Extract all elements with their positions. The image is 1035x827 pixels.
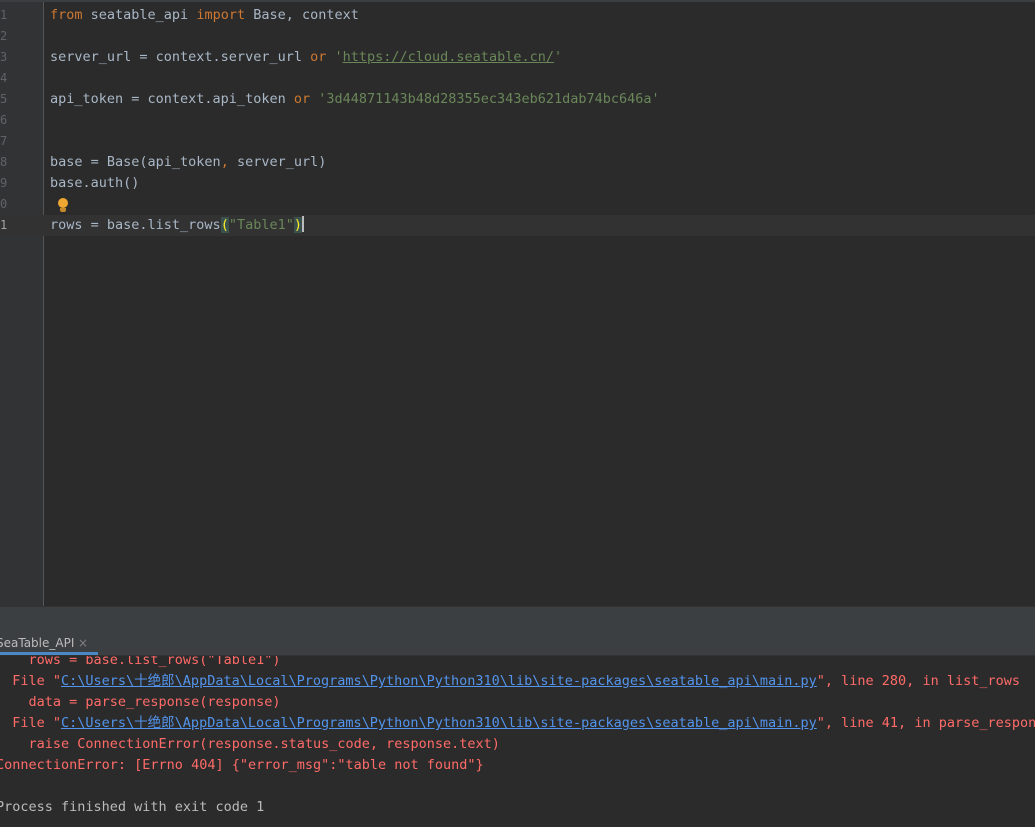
code-token: Process finished with exit code 1 — [0, 799, 265, 815]
code-token: ' — [553, 49, 563, 65]
code-editor[interactable]: 1 from seatable_api import Base, context 2… — [0, 0, 1035, 606]
lightbulb-icon[interactable] — [57, 198, 69, 214]
code-text: rows = base.list_rows("Table1") — [50, 215, 304, 236]
line-number: 1 — [0, 8, 8, 22]
code-token: ", line 41, in parse_response — [816, 715, 1035, 731]
line-number: 3 — [0, 50, 8, 64]
code-token: , — [220, 154, 229, 170]
console-line: ConnectionError: [Errno 404] {"error_msg… — [0, 755, 1035, 776]
code-text: base.auth() — [50, 173, 139, 194]
console-line: File "C:\Users\十绝郎\AppData\Local\Program… — [0, 671, 1035, 692]
code-token: data = parse_response(response) — [0, 694, 281, 710]
code-token: raise ConnectionError(response.status_co… — [0, 736, 500, 752]
code-token: Base, context — [245, 7, 359, 23]
code-line[interactable]: 1 rows = base.list_rows("Table1") — [0, 215, 1035, 236]
code-token: ( — [220, 217, 229, 233]
code-token: from — [50, 7, 83, 23]
text-caret — [302, 216, 304, 232]
code-token: or — [310, 49, 327, 65]
code-line[interactable]: 7 — [0, 131, 1035, 152]
code-token: or — [293, 91, 311, 107]
code-token: import — [196, 7, 246, 23]
code-token: base = Base(api_token — [50, 154, 221, 170]
code-token: rows = base.list_rows — [50, 217, 221, 233]
lightbulb-base — [60, 208, 66, 212]
code-token: File " — [0, 673, 62, 689]
code-token: seatable_api — [82, 7, 197, 23]
code-line[interactable]: 6 — [0, 110, 1035, 131]
run-tool-window-header: SeaTable_API × — [0, 632, 1035, 656]
console-line: data = parse_response(response) — [0, 692, 1035, 713]
line-number: 7 — [0, 134, 8, 148]
line-number: 0 — [0, 197, 8, 211]
code-token: ) — [293, 217, 302, 233]
code-token: "Table1" — [228, 217, 294, 233]
line-number: 4 — [0, 71, 8, 85]
code-text: from seatable_api import Base, context — [50, 5, 359, 26]
console-line: Process finished with exit code 1 — [0, 797, 1035, 818]
code-token: ConnectionError: [Errno 404] {"error_msg… — [0, 757, 484, 773]
code-token: ", line 280, in list_rows — [816, 673, 1020, 689]
code-text: api_token = context.api_token or '3d4487… — [50, 89, 660, 110]
code-line[interactable]: 3 server_url = context.server_url or 'htt… — [0, 47, 1035, 68]
code-text: server_url = context.server_url or 'http… — [50, 47, 562, 68]
line-number: 5 — [0, 92, 8, 106]
line-number: 2 — [0, 29, 8, 43]
lightbulb-glass — [58, 198, 68, 208]
console-line: File "C:\Users\十绝郎\AppData\Local\Program… — [0, 713, 1035, 734]
console-line: rows = base.list_rows("Table1") — [0, 656, 1035, 671]
code-token: server_url) — [228, 154, 327, 170]
code-line[interactable]: 5 api_token = context.api_token or '3d448… — [0, 89, 1035, 110]
code-text: base = Base(api_token, server_url) — [50, 152, 326, 173]
code-token: server_url = context.server_url — [50, 49, 311, 65]
code-line[interactable]: 1 from seatable_api import Base, context — [0, 5, 1035, 26]
panel-splitter[interactable] — [0, 606, 1035, 632]
line-number: 8 — [0, 155, 8, 169]
line-number: 6 — [0, 113, 8, 127]
code-token: api_token = context.api_token — [50, 91, 294, 107]
line-number: 1 — [0, 218, 8, 232]
code-token: base.auth() — [50, 175, 140, 191]
run-console-output[interactable]: rows = base.list_rows("Table1") File "C:… — [0, 656, 1035, 827]
code-token: ' — [334, 49, 343, 65]
code-line[interactable]: 0 — [0, 194, 1035, 215]
file-path-link[interactable]: C:\Users\十绝郎\AppData\Local\Programs\Pyth… — [61, 673, 817, 689]
tab-run-config[interactable]: SeaTable_API × — [0, 632, 98, 655]
tab-label: SeaTable_API — [0, 636, 75, 650]
console-line: raise ConnectionError(response.status_co… — [0, 734, 1035, 755]
code-line[interactable]: 9 base.auth() — [0, 173, 1035, 194]
line-number: 9 — [0, 176, 8, 190]
code-line[interactable]: 8 base = Base(api_token, server_url) — [0, 152, 1035, 173]
file-path-link[interactable]: C:\Users\十绝郎\AppData\Local\Programs\Pyth… — [61, 715, 817, 731]
code-token: https://cloud.seatable.cn/ — [342, 49, 554, 65]
close-icon[interactable]: × — [78, 632, 88, 654]
code-line[interactable]: 2 — [0, 26, 1035, 47]
code-token: File " — [0, 715, 62, 731]
code-token: '3d44871143b48d28355ec343eb621dab74bc646… — [318, 91, 660, 107]
code-line[interactable]: 4 — [0, 68, 1035, 89]
code-token: rows = base.list_rows("Table1") — [0, 656, 281, 668]
